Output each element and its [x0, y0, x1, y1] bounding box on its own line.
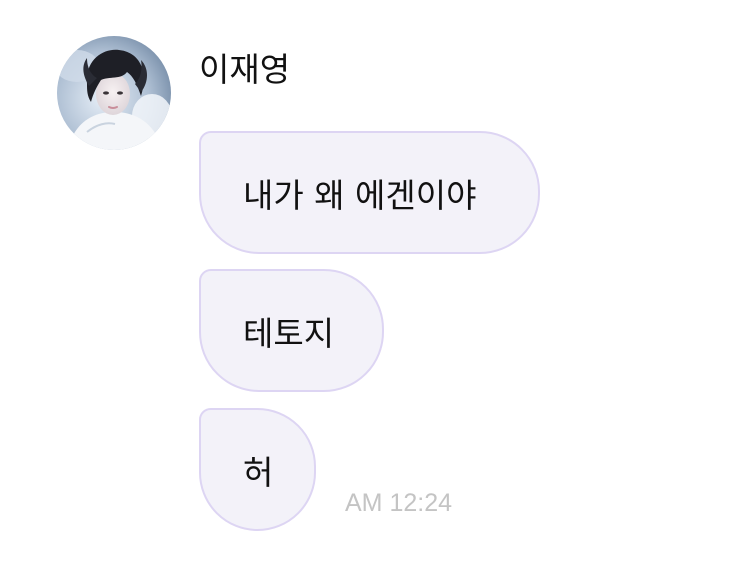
sender-avatar[interactable]	[57, 36, 171, 150]
sender-name: 이재영	[199, 50, 291, 89]
message-text: 테토지	[243, 313, 335, 353]
message-timestamp: AM 12:24	[345, 489, 453, 517]
chat-message-group: 이재영 내가 왜 에겐이야 테토지 허 AM 12:24	[0, 0, 741, 578]
message-text: 허	[243, 452, 274, 492]
message-text: 내가 왜 에겐이야	[243, 175, 477, 215]
message-bubble[interactable]: 허	[199, 408, 316, 531]
message-bubble[interactable]: 내가 왜 에겐이야	[199, 131, 540, 254]
avatar-photo-icon	[57, 36, 171, 150]
message-bubble[interactable]: 테토지	[199, 269, 384, 392]
